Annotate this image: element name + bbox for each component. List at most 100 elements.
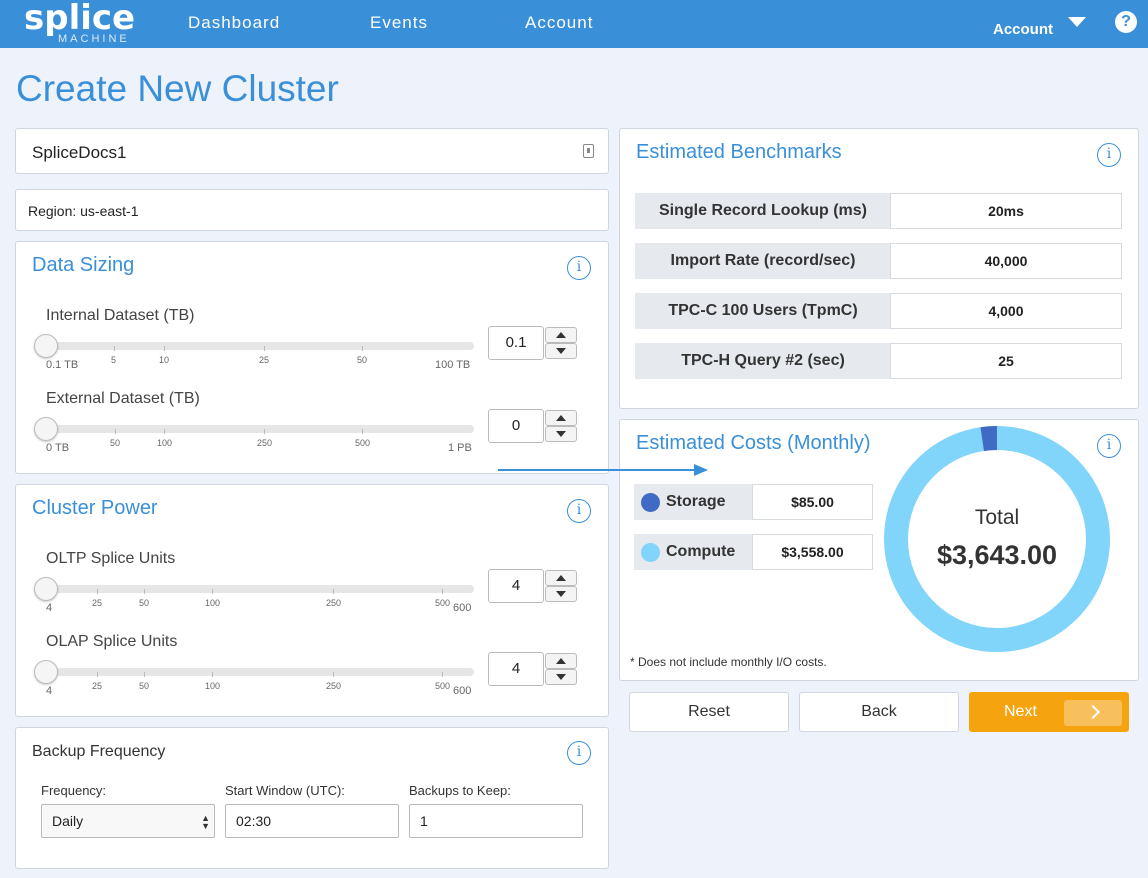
benchmark-label: Import Rate (record/sec) [635, 243, 891, 279]
decrement-button[interactable] [545, 343, 577, 359]
donut-storage-segment [884, 426, 1110, 652]
tick-label: 4 [46, 602, 53, 614]
benchmark-label: Single Record Lookup (ms) [635, 193, 891, 229]
account-menu[interactable]: Account [993, 21, 1053, 38]
help-icon[interactable]: ? [1115, 11, 1137, 33]
increment-button[interactable] [545, 327, 577, 343]
nav-events[interactable]: Events [370, 13, 428, 33]
benchmark-value: 25 [890, 343, 1122, 379]
backup-frequency-panel: Backup Frequency i Frequency: Daily ▲ ▼ S… [15, 727, 609, 869]
external-dataset-input[interactable]: 0 [488, 409, 544, 443]
data-sizing-title: Data Sizing [32, 254, 135, 276]
external-dataset-label: External Dataset (TB) [46, 390, 200, 407]
annotation-arrow [498, 464, 708, 476]
internal-dataset-slider[interactable] [46, 342, 474, 350]
costs-footnote: * Does not include monthly I/O costs. [630, 655, 827, 669]
region-display: Region: us-east-1 [15, 189, 609, 231]
reset-button[interactable]: Reset [629, 692, 789, 732]
tick-label: 250 [257, 438, 273, 448]
start-window-label: Start Window (UTC): [225, 783, 345, 798]
tick-label: 600 [453, 602, 472, 614]
tick-label: 600 [453, 685, 472, 697]
benchmark-label: TPC-H Query #2 (sec) [635, 343, 891, 379]
tick-label: 25 [259, 355, 270, 365]
backups-to-keep-input[interactable]: 1 [409, 804, 583, 838]
tick-label: 5 [111, 355, 117, 365]
tick-label: 500 [435, 598, 451, 608]
tick-label: 500 [355, 438, 371, 448]
internal-dataset-input[interactable]: 0.1 [488, 326, 544, 360]
frequency-value: Daily [52, 813, 84, 829]
external-dataset-slider-handle[interactable] [34, 417, 58, 441]
olap-units-slider[interactable] [46, 668, 474, 676]
top-nav-bar: splice MACHINE Dashboard Events Account … [0, 0, 1148, 48]
start-window-input[interactable]: 02:30 [225, 804, 399, 838]
next-button[interactable]: Next [969, 692, 1129, 732]
tick-label: 250 [326, 598, 342, 608]
cluster-power-title: Cluster Power [32, 497, 158, 519]
cost-value-storage: $85.00 [752, 484, 873, 520]
donut-total-label: Total [975, 506, 1019, 529]
cost-label-storage: Storage [634, 484, 753, 520]
tick-label: 1 PB [448, 442, 472, 454]
benchmark-value: 4,000 [890, 293, 1122, 329]
back-button[interactable]: Back [799, 692, 959, 732]
backups-to-keep-label: Backups to Keep: [409, 783, 511, 798]
cluster-name-value: SpliceDocs1 [32, 143, 127, 162]
olap-units-input[interactable]: 4 [488, 652, 544, 686]
backup-frequency-title: Backup Frequency [32, 743, 166, 760]
splice-machine-logo[interactable]: splice MACHINE [24, 0, 135, 46]
donut-total-value: $3,643.00 [937, 540, 1057, 570]
nav-account[interactable]: Account [525, 13, 593, 33]
decrement-button[interactable] [545, 426, 577, 442]
cluster-power-panel: Cluster Power i OLTP Splice Units 4 25 5… [15, 484, 609, 717]
costs-panel: Estimated Costs (Monthly) i Storage $85.… [619, 419, 1139, 681]
next-button-label: Next [1004, 703, 1037, 720]
storage-legend-dot [641, 493, 660, 512]
benchmark-value: 20ms [890, 193, 1122, 229]
info-icon[interactable]: i [1097, 143, 1121, 167]
select-arrows-icon: ▲ ▼ [201, 813, 210, 831]
tick-label: 0 TB [46, 442, 70, 454]
benchmarks-panel: Estimated Benchmarks i Single Record Loo… [619, 128, 1139, 409]
tick-label: 50 [110, 438, 121, 448]
tick-label: 100 TB [435, 359, 471, 371]
tick-label: 100 [157, 438, 173, 448]
info-icon[interactable]: i [567, 741, 591, 765]
oltp-units-slider[interactable] [46, 585, 474, 593]
lock-icon [583, 144, 594, 158]
info-icon[interactable]: i [567, 256, 591, 280]
increment-button[interactable] [545, 570, 577, 586]
cost-value-compute: $3,558.00 [752, 534, 873, 570]
cost-donut-chart: Total $3,643.00 [884, 426, 1110, 652]
chevron-right-icon [1064, 700, 1122, 726]
cost-label-compute: Compute [634, 534, 753, 570]
tick-label: 50 [357, 355, 368, 365]
tick-label: 50 [139, 598, 150, 608]
decrement-button[interactable] [545, 586, 577, 602]
tick-label: 10 [159, 355, 170, 365]
caret-down-icon[interactable] [1068, 17, 1086, 27]
frequency-select[interactable]: Daily ▲ ▼ [41, 804, 215, 838]
benchmarks-title: Estimated Benchmarks [636, 141, 842, 163]
benchmark-label: TPC-C 100 Users (TpmC) [635, 293, 891, 329]
decrement-button[interactable] [545, 669, 577, 685]
increment-button[interactable] [545, 410, 577, 426]
benchmark-value: 40,000 [890, 243, 1122, 279]
external-dataset-slider[interactable] [46, 425, 474, 433]
costs-title: Estimated Costs (Monthly) [636, 432, 871, 454]
tick-label: 25 [92, 598, 103, 608]
tick-label: 25 [92, 681, 103, 691]
cluster-name-input[interactable]: SpliceDocs1 [15, 128, 609, 174]
tick-label: 500 [435, 681, 451, 691]
internal-dataset-label: Internal Dataset (TB) [46, 307, 195, 324]
nav-dashboard[interactable]: Dashboard [188, 13, 280, 33]
info-icon[interactable]: i [567, 499, 591, 523]
oltp-units-slider-handle[interactable] [34, 577, 58, 601]
tick-label: 100 [205, 681, 221, 691]
internal-dataset-slider-handle[interactable] [34, 334, 58, 358]
increment-button[interactable] [545, 653, 577, 669]
olap-units-slider-handle[interactable] [34, 660, 58, 684]
oltp-units-input[interactable]: 4 [488, 569, 544, 603]
compute-legend-dot [641, 543, 660, 562]
